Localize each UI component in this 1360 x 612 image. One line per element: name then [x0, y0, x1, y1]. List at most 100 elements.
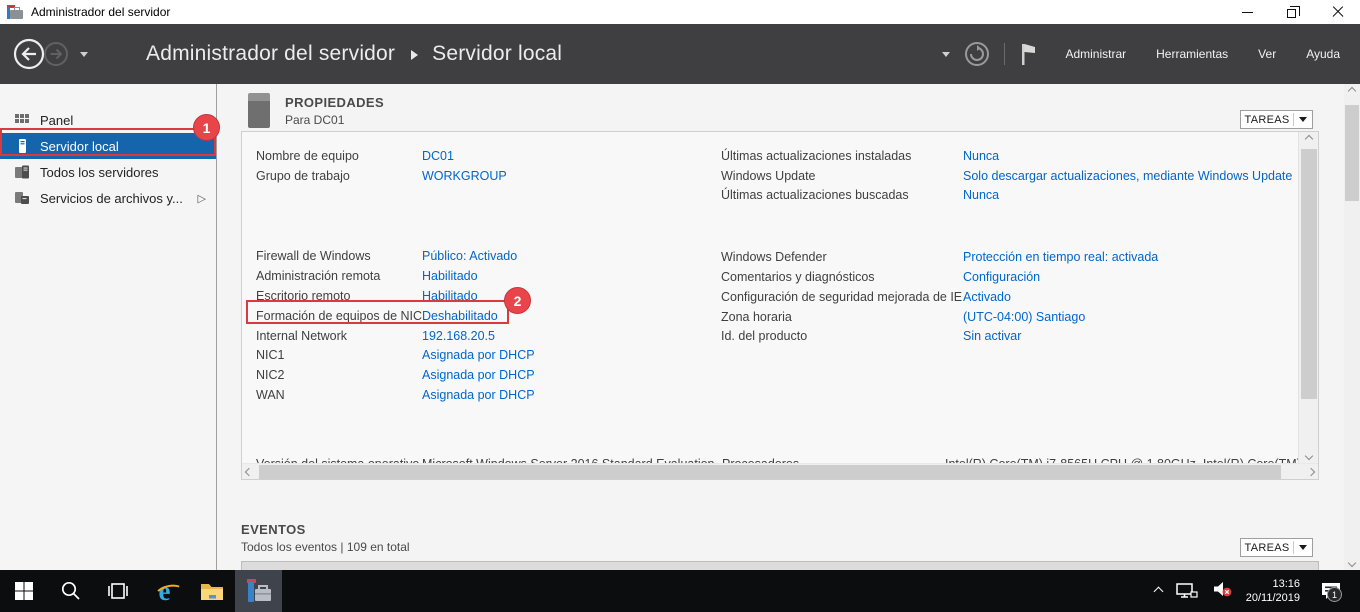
server-manager-taskbar-button[interactable]: [235, 570, 282, 612]
notifications-dropdown-icon[interactable]: [942, 52, 950, 57]
property-value-link[interactable]: Solo descargar actualizaciones, mediante…: [963, 169, 1292, 183]
title-bar: Administrador del servidor: [0, 0, 1360, 24]
history-dropdown-icon[interactable]: [80, 52, 88, 57]
properties-subtitle: Para DC01: [285, 113, 384, 127]
scroll-down-icon[interactable]: [1304, 452, 1312, 460]
property-row: Firewall de WindowsPúblico: Activado: [256, 247, 706, 267]
back-forward-buttons[interactable]: [12, 37, 74, 71]
property-label: NIC2: [256, 368, 422, 382]
property-value-link[interactable]: 192.168.20.5: [422, 329, 495, 343]
scroll-down-icon[interactable]: [1348, 559, 1356, 567]
page-vertical-scrollbar[interactable]: [1344, 84, 1360, 570]
panel-horizontal-scrollbar[interactable]: [242, 463, 1318, 480]
restore-button[interactable]: [1270, 0, 1315, 24]
menu-administrar[interactable]: Administrar: [1065, 47, 1126, 61]
task-view-button[interactable]: [94, 570, 141, 612]
manageability-flag-icon[interactable]: [1019, 41, 1037, 67]
minimize-button[interactable]: [1225, 0, 1270, 24]
action-center-button[interactable]: 1: [1314, 576, 1348, 606]
menu-herramientas[interactable]: Herramientas: [1156, 47, 1228, 61]
property-value-link[interactable]: Público: Activado: [422, 249, 517, 263]
property-label: Windows Defender: [721, 250, 963, 264]
properties-tasks-button[interactable]: TAREAS: [1240, 110, 1313, 129]
properties-column-left: Nombre de equipoDC01Grupo de trabajoWORK…: [256, 146, 706, 405]
windows-logo-icon: [14, 581, 34, 601]
property-value-link[interactable]: Configuración: [963, 270, 1040, 284]
property-row: WANAsignada por DHCP: [256, 385, 706, 405]
all-servers-icon: [14, 164, 30, 180]
internet-explorer-icon: e: [159, 578, 171, 605]
events-tasks-button[interactable]: TAREAS: [1240, 538, 1313, 557]
scroll-up-icon[interactable]: [1304, 135, 1312, 143]
property-label: Nombre de equipo: [256, 149, 422, 163]
panel-vertical-scrollbar[interactable]: [1298, 132, 1318, 463]
local-server-content: PROPIEDADES Para DC01 TAREAS Nombre de e…: [218, 84, 1344, 570]
nav-separator: [1004, 43, 1005, 65]
property-value-link[interactable]: Nunca: [963, 149, 999, 163]
property-value-link[interactable]: WORKGROUP: [422, 169, 507, 183]
property-label: WAN: [256, 388, 422, 402]
property-value-link[interactable]: DC01: [422, 149, 454, 163]
search-button[interactable]: [47, 570, 94, 612]
refresh-button[interactable]: [964, 41, 990, 67]
property-value-link[interactable]: Habilitado: [422, 269, 478, 283]
scroll-right-icon[interactable]: [1307, 468, 1315, 476]
scroll-left-icon[interactable]: [245, 468, 253, 476]
column-spacer: [256, 186, 706, 247]
close-button[interactable]: [1315, 0, 1360, 24]
scroll-up-icon[interactable]: [1348, 87, 1356, 95]
property-row: NIC2Asignada por DHCP: [256, 365, 706, 385]
sidebar-item-label: Servicios de archivos y...: [40, 191, 183, 206]
sidebar-item-todos-los-servidores[interactable]: Todos los servidores: [0, 159, 216, 185]
scrollbar-thumb[interactable]: [1301, 149, 1317, 399]
property-value-link[interactable]: (UTC-04:00) Santiago: [963, 310, 1085, 324]
server-manager-app-icon: [7, 5, 23, 20]
volume-muted-icon[interactable]: [1212, 580, 1232, 603]
property-row: Comentarios y diagnósticosConfiguración: [721, 267, 1298, 287]
annotation-box-step1: [0, 128, 216, 156]
property-value-link[interactable]: Sin activar: [963, 329, 1021, 343]
search-icon: [60, 580, 82, 602]
property-value-link[interactable]: Asignada por DHCP: [422, 348, 535, 362]
tray-expand-icon[interactable]: [1153, 586, 1163, 596]
sidebar-item-label: Panel: [40, 113, 73, 128]
properties-column-right: Últimas actualizaciones instaladasNuncaW…: [721, 146, 1298, 346]
property-row: Nombre de equipoDC01: [256, 146, 706, 166]
tasks-button-label: TAREAS: [1241, 542, 1293, 554]
internet-explorer-button[interactable]: e: [141, 570, 188, 612]
scrollbar-thumb[interactable]: [1345, 105, 1359, 201]
property-value-link[interactable]: Asignada por DHCP: [422, 368, 535, 382]
expand-arrow-icon[interactable]: ▷: [198, 192, 206, 205]
file-explorer-button[interactable]: [188, 570, 235, 612]
events-subtitle: Todos los eventos | 109 en total: [241, 540, 410, 554]
taskbar-clock[interactable]: 13:16 20/11/2019: [1246, 577, 1300, 605]
property-value-link[interactable]: Asignada por DHCP: [422, 388, 535, 402]
property-row: Últimas actualizaciones instaladasNunca: [721, 146, 1298, 166]
sidebar-item-servicios-de-archivos[interactable]: Servicios de archivos y... ▷: [0, 185, 216, 211]
property-label: Grupo de trabajo: [256, 169, 422, 183]
property-row: Configuración de seguridad mejorada de I…: [721, 287, 1298, 307]
property-label: Comentarios y diagnósticos: [721, 270, 963, 284]
sidebar: Panel Servidor local Todos los servidore…: [0, 84, 217, 570]
property-value-link[interactable]: Nunca: [963, 188, 999, 202]
scrollbar-thumb[interactable]: [259, 465, 1281, 480]
tasks-dropdown-icon: [1294, 545, 1312, 550]
breadcrumb-current[interactable]: Servidor local: [432, 42, 562, 66]
clock-time: 13:16: [1246, 577, 1300, 591]
property-row: Administración remotaHabilitado: [256, 266, 706, 286]
property-label: Últimas actualizaciones instaladas: [721, 149, 963, 163]
property-value-link[interactable]: Protección en tiempo real: activada: [963, 250, 1158, 264]
property-row: Grupo de trabajoWORKGROUP: [256, 166, 706, 186]
task-view-icon: [106, 581, 130, 601]
property-value-link[interactable]: Activado: [963, 290, 1011, 304]
annotation-badge-step2: 2: [504, 287, 531, 314]
menu-ayuda[interactable]: Ayuda: [1306, 47, 1340, 61]
sidebar-item-label: Todos los servidores: [40, 165, 159, 180]
network-icon[interactable]: [1176, 581, 1198, 601]
menu-ver[interactable]: Ver: [1258, 47, 1276, 61]
property-row: Internal Network192.168.20.5: [256, 326, 706, 346]
start-button[interactable]: [0, 570, 47, 612]
property-label: Zona horaria: [721, 310, 963, 324]
taskbar: e: [0, 570, 1360, 612]
breadcrumb-root[interactable]: Administrador del servidor: [146, 42, 395, 66]
